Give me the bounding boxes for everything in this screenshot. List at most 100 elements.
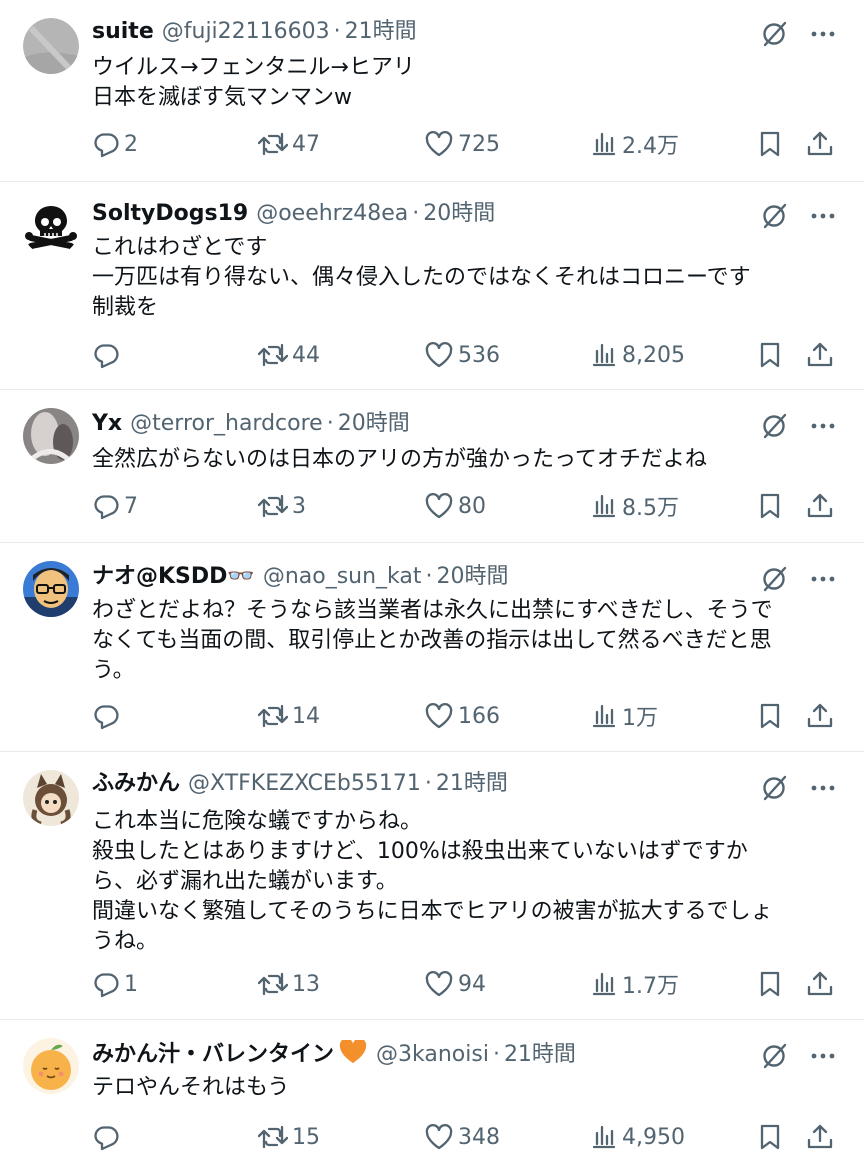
tweet-text: 全然広がらないのは日本のアリの方が強かったってオチだよね — [92, 447, 707, 472]
retweet-button[interactable]: 14 — [258, 701, 320, 731]
more-icon[interactable] — [810, 21, 836, 47]
more-icon[interactable] — [810, 1043, 836, 1069]
tweet-header: SoltyDogs19 @oeehrz48ea · 20時間 — [92, 199, 754, 229]
user-handle[interactable]: @oeehrz48ea — [256, 199, 408, 229]
like-button[interactable]: 94 — [424, 969, 486, 999]
views-count: 8,205 — [622, 342, 685, 368]
views-icon — [592, 704, 616, 728]
display-name[interactable]: SoltyDogs19 — [92, 199, 248, 229]
tweet[interactable]: みかん汁・バレンタイン @3kanoisi · 21時間 テロやんそれはもう 1… — [0, 1020, 864, 1170]
like-button[interactable]: 536 — [424, 340, 500, 370]
timestamp[interactable]: 20時間 — [338, 409, 410, 439]
bookmark-button[interactable] — [757, 701, 783, 731]
like-button[interactable]: 166 — [424, 701, 500, 731]
more-icon[interactable] — [810, 203, 836, 229]
tweet[interactable]: suite @fuji22116603 · 21時間 ウイルス→フェンタニル→ヒ… — [0, 0, 864, 182]
avatar[interactable] — [23, 200, 79, 256]
timestamp[interactable]: 20時間 — [423, 199, 495, 229]
more-icon[interactable] — [810, 413, 836, 439]
views-button[interactable]: 1万 — [590, 701, 658, 731]
grok-icon[interactable] — [760, 565, 788, 593]
user-handle[interactable]: @3kanoisi — [376, 1040, 489, 1070]
reply-button[interactable] — [92, 340, 124, 370]
bookmark-button[interactable] — [757, 129, 783, 159]
share-button[interactable] — [806, 1122, 834, 1152]
bookmark-button[interactable] — [757, 491, 783, 521]
reply-button[interactable] — [92, 1122, 124, 1152]
tweet[interactable]: ふみかん @XTFKEZXCEb55171 · 21時間 これ本当に危険な蟻です… — [0, 752, 864, 1020]
display-name[interactable]: Yx — [92, 409, 122, 439]
views-count: 8.5万 — [622, 496, 679, 521]
bookmark-icon — [760, 493, 780, 519]
reply-icon — [94, 344, 119, 369]
bookmark-icon — [760, 342, 780, 368]
tweet[interactable]: ナオ@KSDD👓 @nao_sun_kat · 20時間 わざとだよね？そうなら… — [0, 543, 864, 752]
user-handle[interactable]: @nao_sun_kat — [263, 562, 422, 592]
bookmark-button[interactable] — [757, 340, 783, 370]
display-name[interactable]: ナオ@KSDD👓 — [92, 562, 255, 592]
reply-button[interactable]: 2 — [92, 129, 138, 159]
views-button[interactable]: 1.7万 — [590, 969, 679, 999]
like-button[interactable]: 348 — [424, 1122, 500, 1152]
retweet-button[interactable]: 47 — [258, 129, 320, 159]
reply-button[interactable] — [92, 701, 124, 731]
grok-icon[interactable] — [760, 1042, 788, 1070]
reply-icon — [94, 705, 119, 730]
timestamp[interactable]: 21時間 — [345, 17, 417, 47]
avatar[interactable] — [23, 18, 79, 74]
views-button[interactable]: 2.4万 — [590, 129, 679, 159]
more-icon[interactable] — [810, 566, 836, 592]
display-name[interactable]: ふみかん — [92, 769, 180, 799]
retweet-button[interactable]: 15 — [258, 1122, 320, 1152]
grok-icon[interactable] — [760, 20, 788, 48]
views-button[interactable]: 8,205 — [590, 340, 685, 370]
reply-count: 1 — [124, 971, 138, 997]
tweet-header: Yx @terror_hardcore · 20時間 — [92, 409, 754, 439]
timestamp[interactable]: 21時間 — [436, 769, 508, 799]
tweet-text: これ本当に危険な蟻ですからね。 殺虫したとはありますけど、100%は殺虫出来てい… — [92, 809, 773, 954]
retweet-button[interactable]: 3 — [258, 491, 306, 521]
views-button[interactable]: 8.5万 — [590, 491, 679, 521]
grok-icon[interactable] — [760, 774, 788, 802]
bookmark-button[interactable] — [757, 969, 783, 999]
reply-icon — [94, 495, 119, 520]
share-button[interactable] — [806, 129, 834, 159]
display-name[interactable]: みかん汁・バレンタイン — [92, 1040, 334, 1070]
tweet-text: テロやんそれはもう — [92, 1075, 290, 1100]
tweet[interactable]: Yx @terror_hardcore · 20時間 全然広がらないのは日本のア… — [0, 390, 864, 543]
share-button[interactable] — [806, 701, 834, 731]
like-count: 725 — [458, 131, 500, 157]
tweet[interactable]: SoltyDogs19 @oeehrz48ea · 20時間 これはわざとです … — [0, 182, 864, 390]
share-icon — [807, 971, 833, 996]
avatar[interactable] — [23, 561, 79, 617]
grok-icon[interactable] — [760, 202, 788, 230]
timestamp[interactable]: 21時間 — [504, 1040, 576, 1070]
avatar[interactable] — [23, 770, 79, 826]
more-icon[interactable] — [810, 775, 836, 801]
avatar[interactable] — [23, 408, 79, 464]
user-handle[interactable]: @XTFKEZXCEb55171 — [188, 769, 421, 799]
share-icon — [807, 493, 833, 518]
retweet-button[interactable]: 44 — [258, 340, 320, 370]
display-name[interactable]: suite — [92, 17, 154, 47]
like-button[interactable]: 725 — [424, 129, 500, 159]
bookmark-button[interactable] — [757, 1122, 783, 1152]
user-handle[interactable]: @terror_hardcore — [130, 409, 323, 439]
retweet-count: 15 — [292, 1124, 320, 1150]
grok-icon[interactable] — [760, 412, 788, 440]
views-count: 1.7万 — [622, 974, 679, 999]
reply-button[interactable]: 1 — [92, 969, 138, 999]
avatar[interactable] — [23, 1038, 79, 1094]
views-button[interactable]: 4,950 — [590, 1122, 685, 1152]
share-button[interactable] — [806, 340, 834, 370]
reply-button[interactable]: 7 — [92, 491, 138, 521]
like-button[interactable]: 80 — [424, 491, 486, 521]
share-button[interactable] — [806, 969, 834, 999]
user-handle[interactable]: @fuji22116603 — [162, 17, 330, 47]
retweet-button[interactable]: 13 — [258, 969, 320, 999]
views-icon — [592, 494, 616, 518]
share-button[interactable] — [806, 491, 834, 521]
tweet-header: suite @fuji22116603 · 21時間 — [92, 17, 754, 47]
timestamp[interactable]: 20時間 — [437, 562, 509, 592]
retweet-icon — [258, 343, 288, 367]
